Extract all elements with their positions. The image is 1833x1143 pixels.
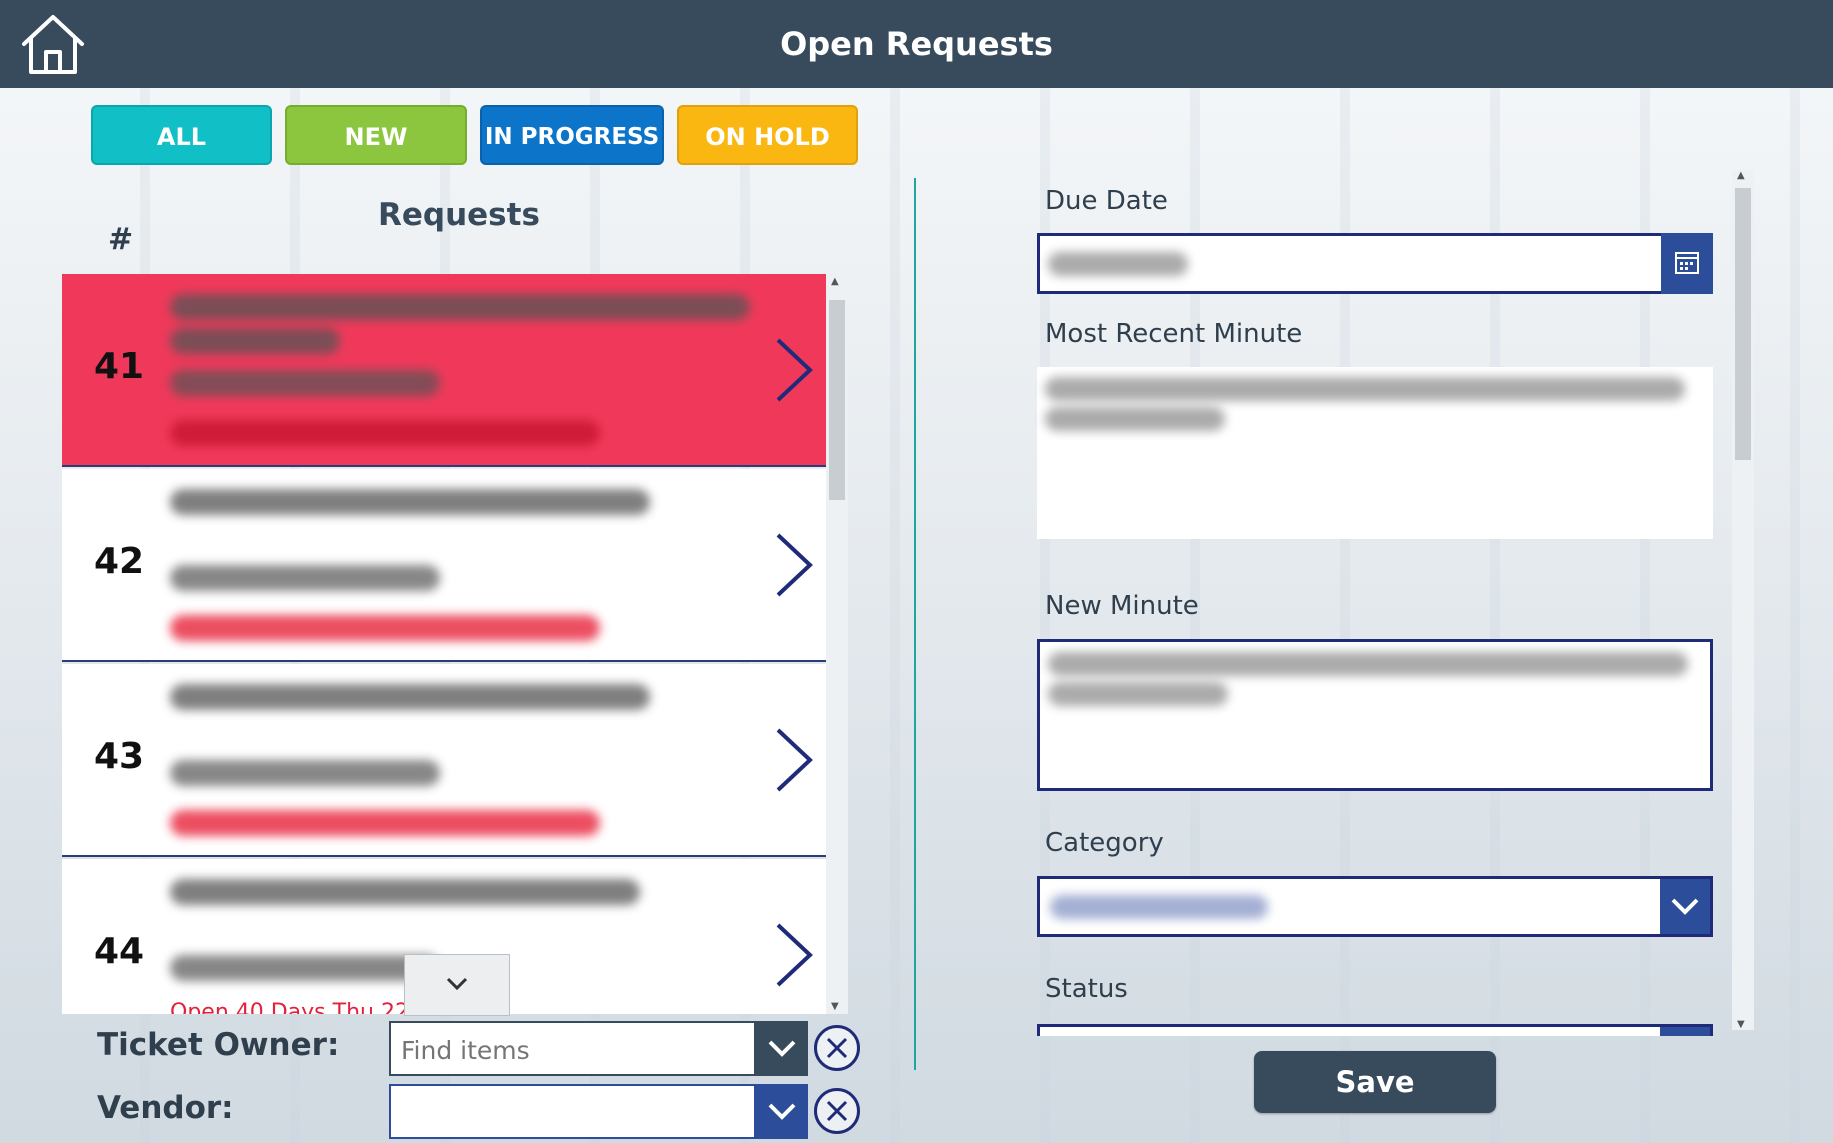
due-date-value-redacted [1048,252,1188,276]
request-number: 44 [94,931,145,972]
request-age-redacted [170,810,600,836]
number-column-header: # [108,222,134,257]
category-value-redacted [1050,895,1268,919]
scroll-up-icon[interactable]: ▲ [831,276,839,287]
request-title-redacted [170,684,650,710]
ticket-owner-dropdown-button[interactable] [756,1021,808,1076]
scrollbar-thumb[interactable] [1735,188,1751,460]
close-icon [826,1100,848,1122]
request-title-redacted [170,328,340,354]
request-owner-redacted [170,565,440,591]
filter-on-hold-button[interactable]: ON HOLD [677,105,858,165]
request-number: 43 [94,736,145,777]
request-owner-redacted [170,760,440,786]
status-dropdown-button[interactable] [1660,1027,1710,1036]
request-owner-redacted [170,955,440,981]
new-minute-input[interactable] [1037,639,1713,791]
status-label: Status [1045,974,1128,1004]
chevron-right-icon[interactable] [770,726,818,794]
top-bar: Open Requests [0,0,1833,88]
list-scrollbar[interactable]: ▲ ▼ [826,274,848,1014]
chevron-right-icon[interactable] [770,921,818,989]
filter-new-button[interactable]: NEW [285,105,467,165]
vendor-clear-button[interactable] [814,1088,860,1134]
chevron-right-icon[interactable] [770,336,818,404]
chevron-down-icon [446,977,468,991]
request-title-redacted [170,879,640,905]
scrollbar-thumb[interactable] [829,300,845,500]
scroll-up-icon[interactable]: ▲ [1737,170,1745,181]
save-button[interactable]: Save [1254,1051,1496,1113]
scroll-down-icon[interactable]: ▼ [1737,1019,1745,1030]
vendor-dropdown-button[interactable] [756,1084,808,1139]
request-age-redacted [170,420,600,446]
home-icon[interactable] [18,12,88,76]
chevron-right-icon[interactable] [770,531,818,599]
status-dropdown[interactable] [1037,1024,1713,1036]
list-item-41[interactable]: 41 [62,274,826,467]
vendor-combobox[interactable] [389,1084,756,1139]
minute-text-redacted [1045,407,1225,431]
request-title-redacted [170,489,650,515]
category-dropdown[interactable] [1037,876,1713,937]
vendor-label: Vendor: [97,1090,234,1126]
ticket-owner-clear-button[interactable] [814,1025,860,1071]
requests-heading: Requests [378,197,540,233]
chevron-down-icon [768,1040,796,1057]
new-minute-label: New Minute [1045,591,1199,621]
most-recent-minute-label: Most Recent Minute [1045,319,1303,349]
request-owner-redacted [170,370,440,396]
ticket-owner-combobox[interactable] [389,1021,756,1076]
ticket-owner-label: Ticket Owner: [97,1027,340,1063]
list-item-42[interactable]: 42 [62,469,826,662]
list-item-43[interactable]: 43 [62,664,826,857]
page-title: Open Requests [780,25,1053,63]
request-age-redacted [170,615,600,641]
chevron-down-icon [1671,898,1699,915]
form-scrollbar[interactable]: ▲ ▼ [1732,170,1754,1030]
scroll-down-icon[interactable]: ▼ [831,1001,839,1012]
close-icon [826,1037,848,1059]
due-date-field[interactable] [1037,233,1661,294]
minute-text-redacted [1045,377,1685,401]
chevron-down-icon [768,1103,796,1120]
due-date-label: Due Date [1045,186,1168,216]
request-title-redacted [170,294,750,320]
request-number: 42 [94,541,145,582]
calendar-icon [1675,252,1699,274]
most-recent-minute-field [1037,367,1713,539]
request-number: 41 [94,346,145,387]
minute-text-redacted [1048,652,1688,676]
minute-text-redacted [1048,682,1228,706]
ticket-owner-search-input[interactable] [399,1031,743,1069]
filter-all-button[interactable]: ALL [91,105,272,165]
panel-divider [914,178,916,1070]
calendar-button[interactable] [1661,233,1713,294]
filter-in-progress-button[interactable]: IN PROGRESS [480,105,664,165]
category-dropdown-button[interactable] [1660,879,1710,934]
requests-list[interactable]: 41 42 43 44 Open 40 Days Thu 22Jun2023 [62,274,826,1014]
category-label: Category [1045,828,1164,858]
dropdown-popup-toggle[interactable] [404,954,510,1016]
